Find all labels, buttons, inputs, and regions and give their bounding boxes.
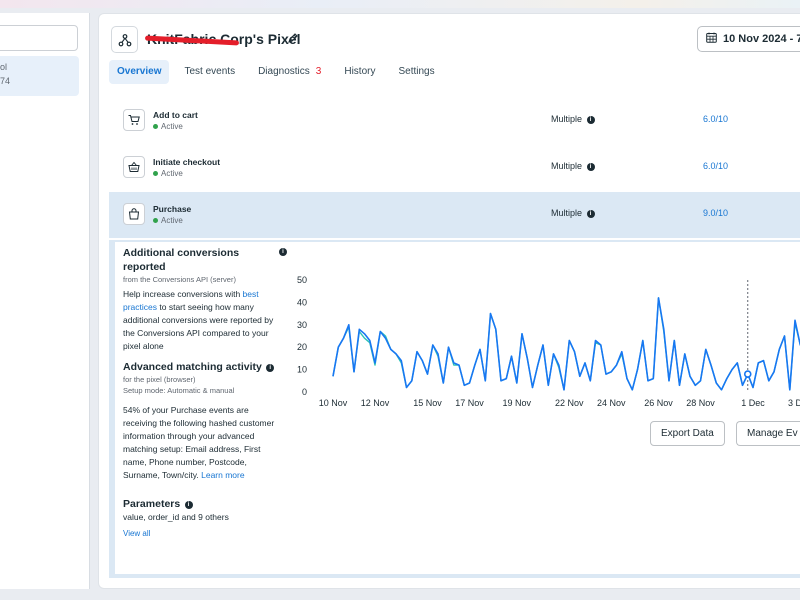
y-tick-label: 30 [297, 320, 307, 330]
event-match-score[interactable]: 6.0/10 [703, 114, 728, 124]
info-icon[interactable]: i [184, 500, 193, 509]
event-row-initiate-checkout[interactable]: Initiate checkout Active Multiple i 6.0/… [109, 145, 800, 191]
secondary-series-line [332, 297, 800, 391]
x-tick-label: 26 Nov [644, 398, 673, 408]
matching-text: 54% of your Purchase events are receivin… [123, 405, 275, 480]
parameters-heading: Parameters [123, 498, 181, 510]
active-dot [153, 124, 158, 130]
cart-icon [123, 109, 145, 131]
y-tick-label: 50 [297, 275, 307, 285]
tab-diagnostics-label: Diagnostics [258, 66, 310, 77]
event-name: Purchase [153, 204, 192, 214]
tab-diagnostics[interactable]: Diagnostics 3 [250, 60, 329, 84]
event-status: Active [153, 216, 183, 225]
event-integration-text: Multiple [551, 114, 583, 124]
parameters-heading-row: Parameters i [123, 497, 283, 511]
basket-icon [123, 156, 145, 178]
calendar-icon [706, 32, 717, 46]
event-integration-text: Multiple [551, 161, 583, 171]
event-status: Active [153, 122, 183, 131]
event-match-score[interactable]: 6.0/10 [703, 161, 728, 171]
pixel-list-item-label: ol [0, 62, 8, 72]
event-integration: Multiple i [551, 161, 595, 171]
event-status-text: Active [161, 122, 183, 131]
x-tick-label: 15 Nov [413, 398, 442, 408]
tab-settings[interactable]: Settings [390, 60, 442, 84]
purchase-detail-panel: Additional conversions reported i from t… [109, 240, 800, 578]
conversions-heading: Additional conversions reported [123, 247, 240, 273]
pixel-icon [111, 26, 138, 53]
event-status-text: Active [161, 216, 183, 225]
info-icon[interactable]: i [586, 209, 595, 218]
detail-info-column: Additional conversions reported i from t… [123, 246, 287, 540]
matching-description: 54% of your Purchase events are receivin… [123, 404, 283, 482]
x-tick-label: 3 D [788, 398, 800, 408]
info-icon[interactable]: i [586, 115, 595, 124]
diagnostics-count-badge: 3 [315, 66, 322, 77]
tab-history[interactable]: History [336, 60, 383, 84]
pixel-list-panel: ol 74 [0, 13, 90, 589]
conversions-text-1: Help increase conversions with [123, 289, 243, 299]
event-name: Initiate checkout [153, 157, 221, 167]
matching-source: for the pixel (browser) [123, 375, 196, 384]
y-tick-label: 0 [302, 387, 307, 397]
pixel-search-input[interactable] [0, 25, 78, 51]
x-tick-label: 24 Nov [597, 398, 626, 408]
x-tick-label: 1 Dec [741, 398, 765, 408]
info-icon[interactable]: i [266, 363, 275, 372]
x-tick-label: 19 Nov [502, 398, 531, 408]
active-dot [153, 171, 158, 177]
event-row-purchase[interactable]: Purchase Active Multiple i 9.0/10 [109, 192, 800, 238]
matching-heading-row: Advanced matching activity i [123, 360, 283, 374]
pixel-list-item-id: 74 [0, 76, 11, 86]
matching-heading: Advanced matching activity [123, 361, 262, 373]
export-data-button[interactable]: Export Data [650, 421, 725, 446]
tab-settings-label: Settings [398, 66, 435, 77]
event-status: Active [153, 169, 183, 178]
primary-series-line [332, 297, 800, 391]
tab-overview[interactable]: Overview [109, 60, 170, 84]
conversions-line-chart: 0 10 20 30 40 50 10 Nov 12 Nov 15 Nov 17 Nov 19 No… [297, 275, 800, 408]
edit-pencil-icon[interactable] [287, 31, 299, 49]
event-integration: Multiple i [551, 208, 595, 218]
info-icon[interactable]: i [279, 248, 287, 256]
purchase-detail-card: Additional conversions reported i from t… [115, 242, 800, 574]
view-all-link[interactable]: View all [123, 527, 283, 540]
event-name: Add to cart [153, 110, 198, 120]
conversions-source: from the Conversions API (server) [123, 275, 236, 284]
tab-history-label: History [344, 66, 376, 77]
tab-test-events[interactable]: Test events [176, 60, 243, 84]
event-integration: Multiple i [551, 114, 595, 124]
date-range-label: 10 Nov 2024 - 7 D [723, 33, 800, 45]
parameters-text: value, order_id and 9 others [123, 512, 229, 522]
tab-test-events-label: Test events [184, 66, 236, 77]
tab-overview-label: Overview [117, 66, 162, 77]
matching-mode: Setup mode: Automatic & manual [123, 386, 235, 395]
bag-icon [123, 203, 145, 225]
y-tick-label: 20 [297, 342, 307, 352]
active-dot [153, 218, 158, 224]
top-gradient-strip [0, 0, 800, 8]
date-range-button[interactable]: 10 Nov 2024 - 7 D [697, 26, 800, 52]
x-tick-label: 22 Nov [555, 398, 584, 408]
conversions-section: Additional conversions reported i [123, 246, 287, 274]
tab-bar: Overview Test events Diagnostics 3 Histor… [109, 60, 450, 86]
y-tick-label: 10 [297, 365, 307, 375]
pixel-overview-panel: KnitFabric Corp's Pixel 10 Nov 2024 - 7 … [98, 13, 800, 589]
x-tick-label: 17 Nov [455, 398, 484, 408]
x-tick-label: 28 Nov [686, 398, 715, 408]
info-icon[interactable]: i [586, 162, 595, 171]
x-tick-label: 10 Nov [319, 398, 348, 408]
event-row-add-to-cart[interactable]: Add to cart Active Multiple i 6.0/10 [109, 98, 800, 144]
event-integration-text: Multiple [551, 208, 583, 218]
manage-events-button[interactable]: Manage Ev [736, 421, 800, 446]
learn-more-link[interactable]: Learn more [201, 470, 244, 480]
current-date-point [743, 370, 752, 378]
event-match-score[interactable]: 9.0/10 [703, 208, 728, 218]
y-tick-label: 40 [297, 297, 307, 307]
x-tick-label: 12 Nov [361, 398, 390, 408]
pixel-list-item-selected[interactable]: ol 74 [0, 56, 79, 96]
event-status-text: Active [161, 169, 183, 178]
conversions-description: Help increase conversions with best prac… [123, 288, 283, 353]
